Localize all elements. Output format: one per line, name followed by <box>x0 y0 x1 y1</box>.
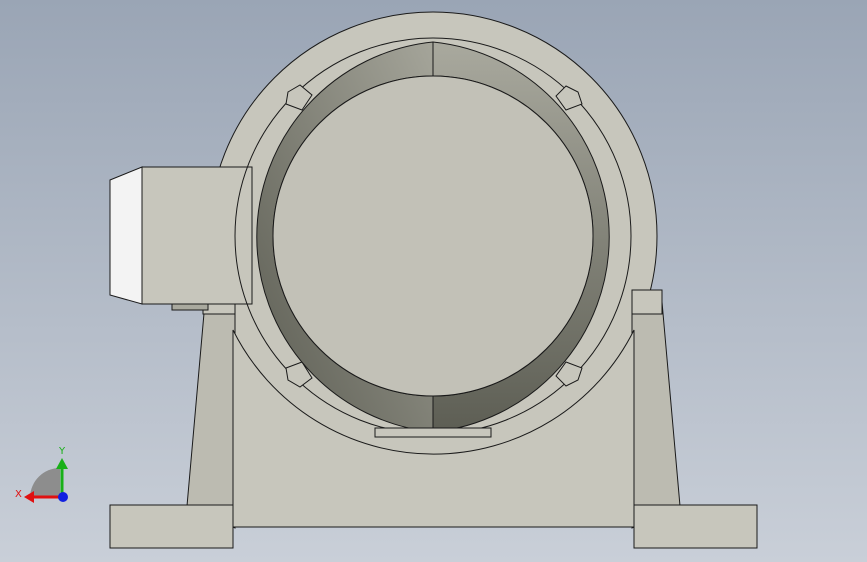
right-foot <box>633 504 758 549</box>
terminal-box-face <box>109 166 143 305</box>
x-axis-label: X <box>15 489 22 500</box>
terminal-box-base <box>171 303 209 311</box>
drain-slot <box>374 427 492 438</box>
graphics-viewport[interactable]: X Y <box>0 0 867 562</box>
z-axis-dot <box>58 492 68 502</box>
shaft-end-cover <box>272 75 594 397</box>
model-view[interactable]: X Y <box>0 0 867 562</box>
right-leg-cap <box>631 289 663 315</box>
y-axis-label: Y <box>58 446 66 457</box>
left-foot <box>109 504 234 549</box>
